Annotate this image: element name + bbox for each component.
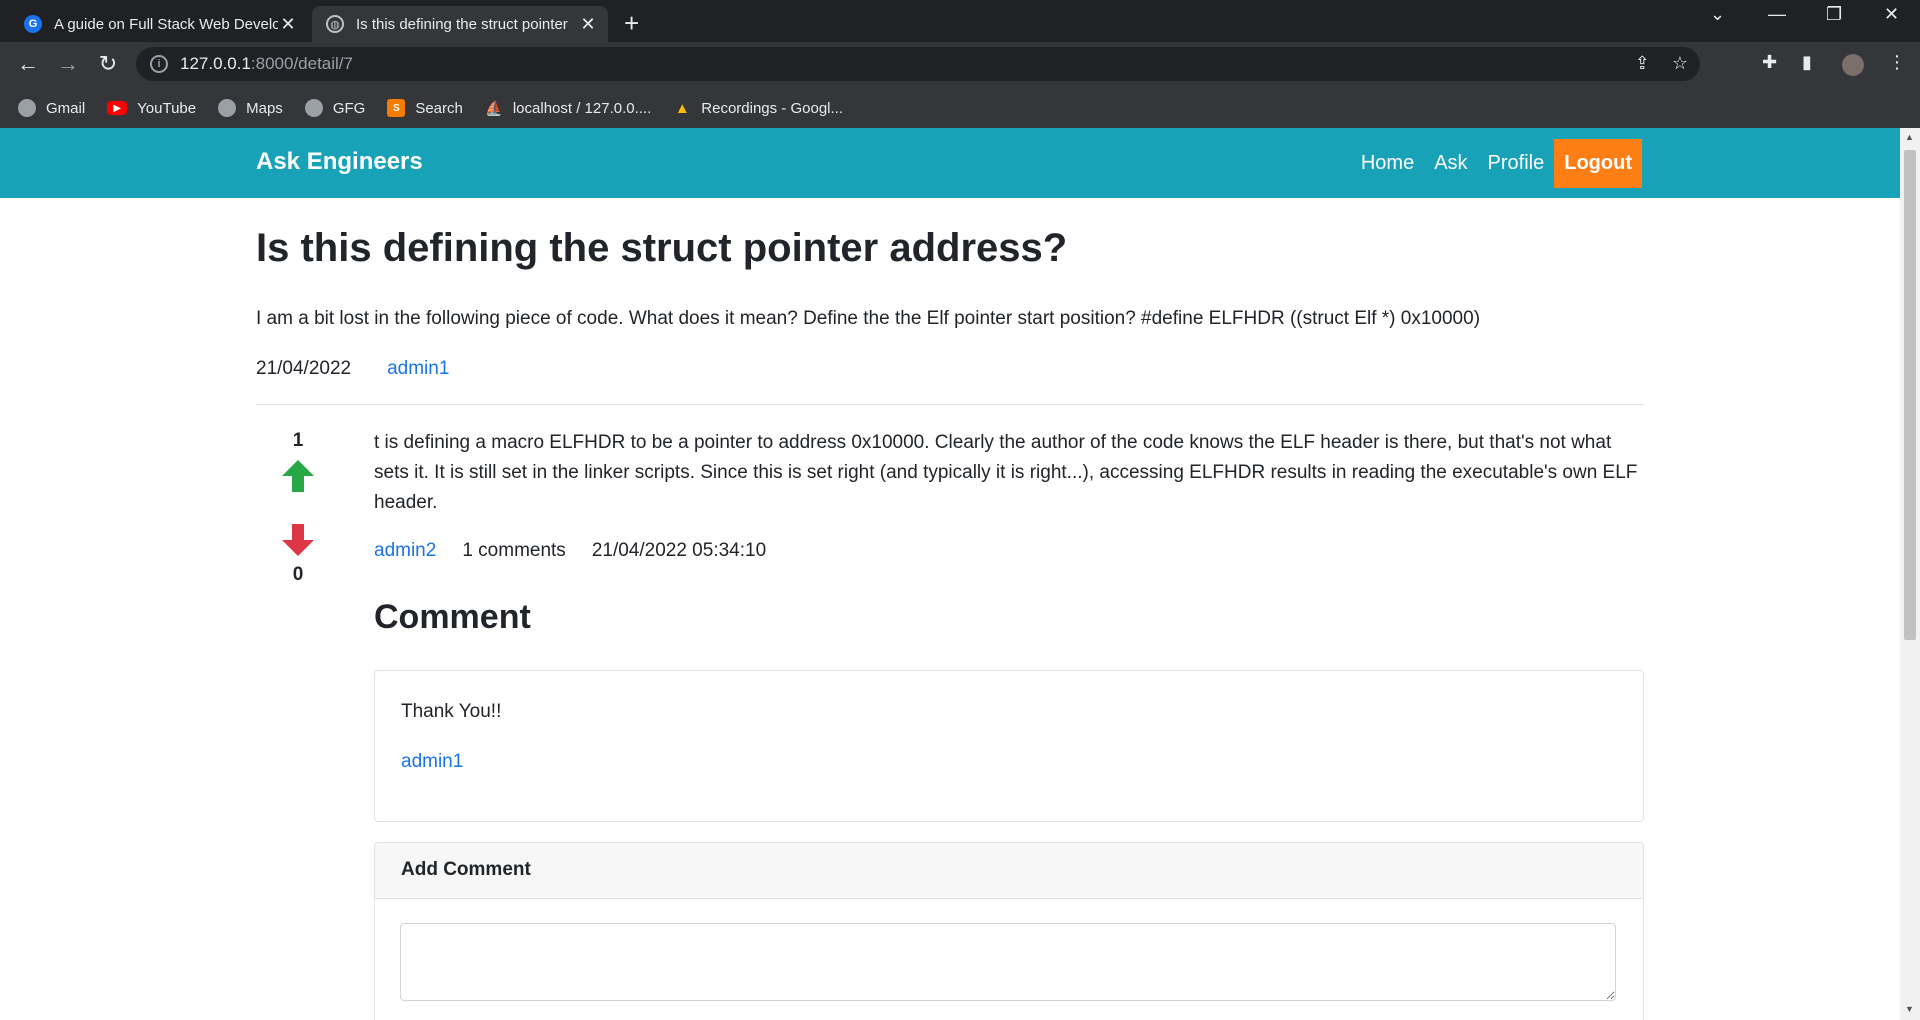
nav-links: Home Ask Profile Logout [1341, 138, 1642, 188]
answer-author-link[interactable]: admin2 [374, 540, 436, 562]
site-favicon-icon: G [24, 15, 42, 33]
bookmark-label: GFG [332, 99, 366, 117]
bookmark-label: YouTube [137, 99, 197, 117]
close-tab-icon[interactable]: ✕ [278, 14, 298, 35]
bookmark-phpmyadmin[interactable]: ⛵ localhost / 127.0.0.... [485, 99, 651, 117]
bookmark-maps[interactable]: Maps [218, 99, 283, 117]
globe-icon: ◍ [326, 15, 344, 33]
minimize-icon[interactable]: — [1768, 4, 1786, 25]
question-author-link[interactable]: admin1 [387, 358, 449, 380]
upvote-arrow-icon[interactable] [280, 458, 316, 494]
upvote-count: 1 [292, 430, 304, 451]
profile-avatar-icon[interactable] [1842, 54, 1864, 76]
logout-button[interactable]: Logout [1554, 138, 1642, 188]
bookmark-label: Recordings - Googl... [701, 99, 843, 117]
scroll-up-icon[interactable]: ▲ [1905, 132, 1914, 142]
nav-ask[interactable]: Ask [1434, 152, 1467, 175]
back-icon[interactable]: ← [14, 51, 42, 77]
reload-icon[interactable]: ↻ [94, 51, 122, 77]
scrollbar-thumb[interactable] [1904, 150, 1916, 640]
bookmark-label: localhost / 127.0.0.... [512, 99, 652, 117]
url-path: :8000/detail/7 [250, 54, 353, 73]
extensions-icon[interactable]: ✚ [1762, 52, 1777, 73]
globe-icon [304, 99, 323, 117]
comment-input[interactable] [400, 923, 1616, 1001]
bookmark-search[interactable]: S Search [387, 99, 463, 117]
comment-count: 1 comments [462, 540, 566, 561]
menu-kebab-icon[interactable]: ⋮ [1888, 52, 1906, 73]
bookmark-recordings[interactable]: ▲ Recordings - Googl... [673, 99, 843, 117]
url-host: 127.0.0.1 [180, 54, 251, 73]
bookmark-star-icon[interactable]: ☆ [1672, 53, 1688, 74]
vote-panel: 1 0 [276, 430, 320, 586]
bookmarks-bar: Gmail ▶ YouTube Maps GFG S Search ⛵ loca… [0, 88, 1920, 128]
restore-icon[interactable]: ❐ [1826, 4, 1842, 25]
share-icon[interactable]: ⇪ [1635, 53, 1650, 74]
site-navbar: Ask Engineers Home Ask Profile Logout [0, 128, 1900, 198]
question-title: Is this defining the struct pointer addr… [256, 226, 1068, 270]
bookmark-label: Search [415, 99, 463, 117]
bookmark-gfg[interactable]: GFG [304, 99, 366, 117]
page-viewport: Ask Engineers Home Ask Profile Logout Is… [0, 128, 1900, 1020]
globe-icon [218, 99, 237, 117]
tab-search-icon[interactable]: ⌄ [1710, 4, 1725, 25]
question-meta: 21/04/2022 admin1 [256, 358, 449, 380]
site-info-icon[interactable]: i [150, 55, 168, 73]
browser-toolbar: ← → ↻ i 127.0.0.1:8000/detail/7 ⇪ ☆ ✚ ▮ … [0, 42, 1920, 88]
tab-title: A guide on Full Stack Web Develo [54, 15, 278, 33]
bookmark-gmail[interactable]: Gmail [18, 99, 85, 117]
bookmark-label: Maps [246, 99, 283, 117]
comment-text: Thank You!! [401, 701, 502, 722]
address-bar[interactable]: i 127.0.0.1:8000/detail/7 ⇪ ☆ [136, 47, 1700, 81]
search-app-icon: S [387, 99, 406, 117]
globe-icon [18, 99, 36, 117]
tab-title: Is this defining the struct pointer [356, 15, 568, 33]
answer-text: t is defining a macro ELFHDR to be a poi… [374, 432, 1638, 513]
bookmark-label: Gmail [46, 99, 86, 117]
comment-author-link[interactable]: admin1 [401, 751, 463, 773]
browser-tab[interactable]: G A guide on Full Stack Web Develo ✕ [10, 6, 308, 42]
question-body: I am a bit lost in the following piece o… [256, 308, 1481, 329]
nav-profile[interactable]: Profile [1488, 152, 1545, 175]
page-scrollbar[interactable]: ▲ ▼ [1900, 128, 1920, 1020]
downvote-count: 0 [292, 564, 304, 585]
google-drive-icon: ▲ [674, 99, 690, 117]
divider [256, 404, 1644, 405]
forward-icon[interactable]: → [54, 51, 82, 77]
bookmark-youtube[interactable]: ▶ YouTube [107, 100, 196, 117]
phpmyadmin-icon: ⛵ [485, 99, 503, 116]
scroll-down-icon[interactable]: ▼ [1905, 1004, 1914, 1014]
side-panel-icon[interactable]: ▮ [1802, 52, 1812, 73]
close-tab-icon[interactable]: ✕ [578, 14, 598, 35]
answer-meta: admin2 1 comments 21/04/2022 05:34:10 [374, 540, 792, 562]
question-date: 21/04/2022 [256, 358, 352, 379]
comment-card: Thank You!! admin1 [374, 670, 1644, 822]
add-comment-card: Add Comment [374, 842, 1644, 1020]
downvote-arrow-icon[interactable] [280, 522, 316, 558]
close-window-icon[interactable]: ✕ [1884, 4, 1899, 25]
browser-tab-active[interactable]: ◍ Is this defining the struct pointer ✕ [312, 6, 608, 42]
youtube-icon: ▶ [107, 101, 128, 115]
answer-datetime: 21/04/2022 05:34:10 [591, 540, 767, 561]
nav-home[interactable]: Home [1361, 152, 1414, 175]
new-tab-icon[interactable]: + [624, 8, 639, 39]
site-brand[interactable]: Ask Engineers [256, 148, 423, 176]
comments-heading: Comment [374, 598, 531, 636]
add-comment-heading: Add Comment [375, 843, 1643, 899]
tab-strip: G A guide on Full Stack Web Develo ✕ ◍ I… [0, 0, 1920, 42]
